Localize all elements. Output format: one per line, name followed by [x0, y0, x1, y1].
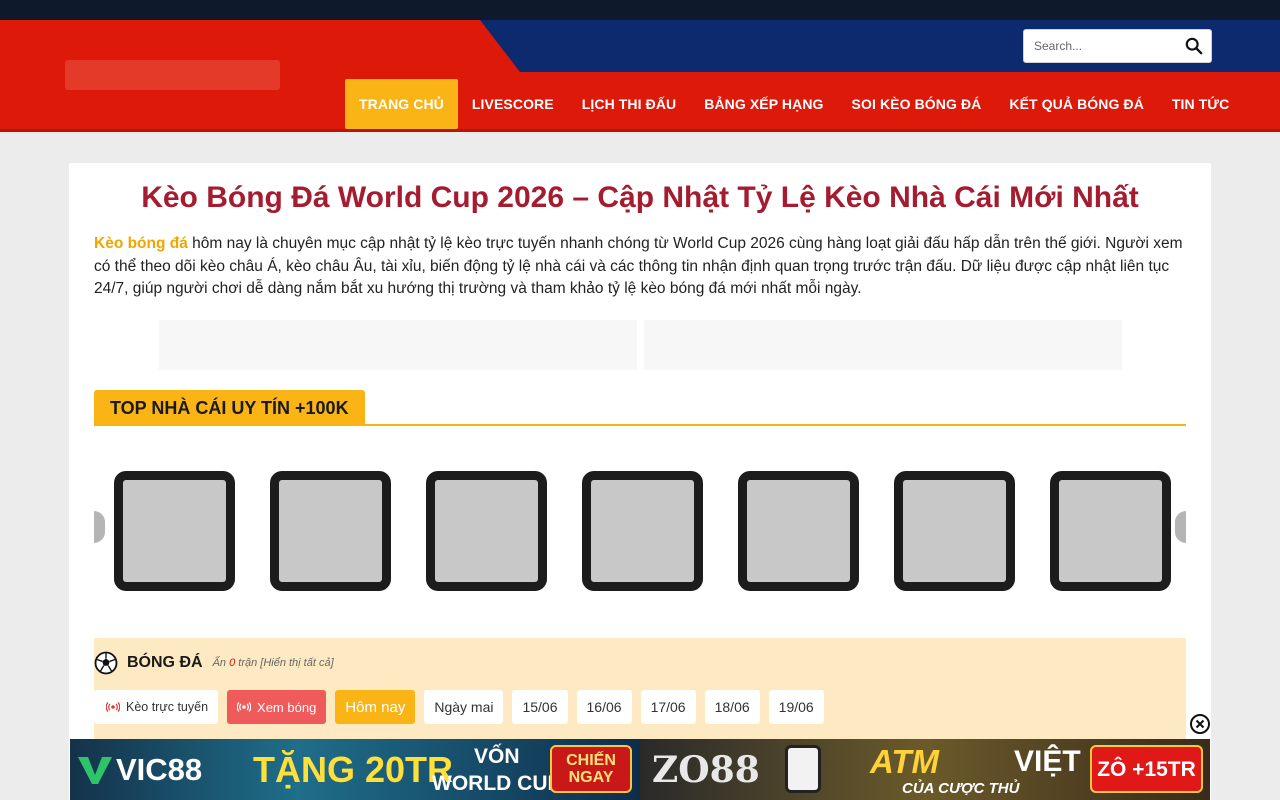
bookmaker-card[interactable]	[738, 471, 859, 591]
nav-item-schedule[interactable]: LỊCH THI ĐẤU	[568, 79, 691, 129]
ad-vic-cta1: CHIẾN	[566, 752, 616, 769]
football-title: BÓNG ĐÁ	[127, 654, 203, 671]
banner-slot-left[interactable]	[159, 320, 637, 370]
site-logo[interactable]	[65, 60, 280, 90]
ad-banner-zo88[interactable]: ZO88 ATM VIỆT CỦA CƯỢC THỦ ZÔ +15TR	[640, 739, 1210, 800]
intro-link[interactable]: Kèo bóng đá	[94, 235, 188, 252]
ad-vic-promo: TẶNG 20TR	[253, 748, 454, 790]
header-divider	[0, 129, 1280, 132]
filter-tomorrow[interactable]: Ngày mai	[424, 690, 504, 724]
vic88-logo-icon	[78, 757, 112, 784]
ad-zo-brand: ZO88	[652, 748, 760, 791]
ad-vic-sub: VỐN WORLD CUP	[432, 743, 562, 797]
bookmaker-card[interactable]	[582, 471, 703, 591]
bookmaker-card[interactable]	[894, 471, 1015, 591]
live-broadcast-icon	[237, 702, 252, 712]
ad-vic-sub2: WORLD CUP	[432, 772, 562, 795]
filter-date[interactable]: 17/06	[640, 690, 696, 724]
live-broadcast-icon	[106, 702, 120, 712]
main-content: Kèo Bóng Đá World Cup 2026 – Cập Nhật Tỷ…	[69, 163, 1211, 800]
nav-item-odds[interactable]: SOI KÈO BÓNG ĐÁ	[838, 79, 996, 129]
ad-vic-sub1: VỐN	[473, 745, 520, 768]
trophy-logo-icon	[785, 745, 821, 793]
main-nav: TRANG CHỦ LIVESCORE LỊCH THI ĐẤU BẢNG XẾ…	[345, 79, 1243, 129]
nav-item-results[interactable]: KẾT QUẢ BÓNG ĐÁ	[995, 79, 1158, 129]
filter-today[interactable]: Hôm nay	[335, 690, 416, 724]
search-icon[interactable]	[1185, 37, 1203, 55]
ad-zo-sub: CỦA CƯỢC THỦ	[902, 780, 1020, 797]
bookmaker-card[interactable]	[114, 471, 235, 591]
bookmaker-card[interactable]	[426, 471, 547, 591]
filter-watch-label: Xem bóng	[257, 699, 317, 715]
banner-slot-right[interactable]	[644, 320, 1122, 370]
nav-item-standings[interactable]: BẢNG XẾP HẠNG	[690, 79, 837, 129]
search-box	[1023, 29, 1212, 63]
filter-live-odds[interactable]: Kèo trực tuyến	[94, 690, 219, 724]
hidden-suffix: trận [Hiển thị tất cả]	[235, 657, 334, 669]
sticky-ad-bar: VIC88 TẶNG 20TR VỐN WORLD CUP CHIẾN NGAY…	[70, 739, 1210, 800]
carousel-prev-button[interactable]	[94, 511, 105, 543]
close-ad-button[interactable]	[1190, 714, 1210, 734]
filter-watch[interactable]: Xem bóng	[227, 690, 327, 724]
ad-vic-cta[interactable]: CHIẾN NGAY	[550, 745, 632, 793]
bookmaker-card[interactable]	[270, 471, 391, 591]
ad-banner-vic88[interactable]: VIC88 TẶNG 20TR VỐN WORLD CUP CHIẾN NGAY	[70, 739, 640, 800]
filter-date[interactable]: 16/06	[576, 690, 632, 724]
intro-paragraph: Kèo bóng đá hôm nay là chuyên mục cập nh…	[94, 233, 1189, 301]
ad-vic-brand: VIC88	[116, 751, 203, 787]
soccer-ball-icon	[94, 651, 118, 675]
filter-date[interactable]: 18/06	[704, 690, 760, 724]
bookmaker-carousel	[94, 463, 1186, 603]
top-strip	[0, 0, 1280, 20]
page-title: Kèo Bóng Đá World Cup 2026 – Cập Nhật Tỷ…	[141, 181, 1139, 214]
filter-date[interactable]: 15/06	[512, 690, 568, 724]
section-header: TOP NHÀ CÁI UY TÍN +100K	[94, 390, 1186, 426]
search-input[interactable]	[1034, 39, 1174, 53]
section-title: TOP NHÀ CÁI UY TÍN +100K	[94, 390, 365, 426]
match-filters: Kèo trực tuyến Xem bóng Hôm nay Ngày mai…	[94, 690, 824, 724]
close-icon	[1195, 719, 1205, 729]
bookmaker-card[interactable]	[1050, 471, 1171, 591]
nav-item-home[interactable]: TRANG CHỦ	[345, 79, 458, 129]
hidden-matches-info[interactable]: Ẩn 0 trận [Hiển thị tất cả]	[213, 657, 334, 669]
ad-vic-cta2: NGAY	[568, 769, 614, 786]
nav-item-news[interactable]: TIN TỨC	[1158, 79, 1243, 129]
ad-zo-promo2: VIỆT	[1014, 744, 1081, 778]
hidden-prefix: Ẩn	[212, 657, 230, 669]
football-header: BÓNG ĐÁ Ẩn 0 trận [Hiển thị tất cả]	[94, 651, 334, 675]
filter-date[interactable]: 19/06	[768, 690, 824, 724]
filter-live-label: Kèo trực tuyến	[126, 700, 209, 714]
intro-text: hôm nay là chuyên mục cập nhật tỷ lệ kèo…	[94, 235, 1183, 297]
carousel-next-button[interactable]	[1175, 511, 1186, 543]
nav-item-livescore[interactable]: LIVESCORE	[458, 79, 568, 129]
ad-zo-cta[interactable]: ZÔ +15TR	[1090, 745, 1203, 793]
